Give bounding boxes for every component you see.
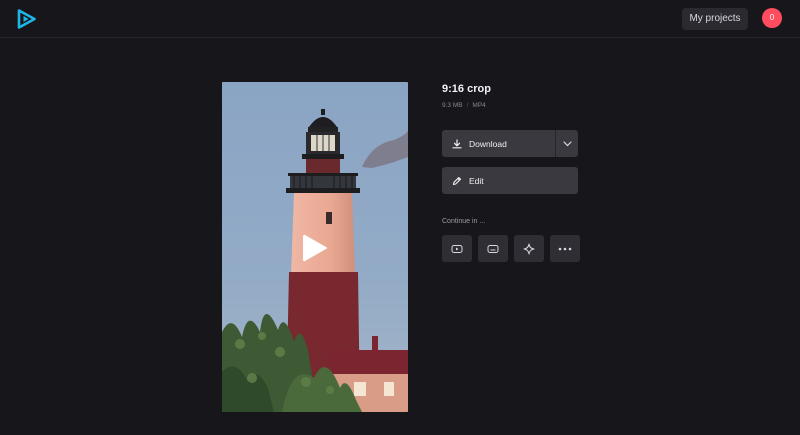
download-options-button[interactable] xyxy=(555,130,578,157)
edit-button[interactable]: Edit xyxy=(442,167,578,194)
continue-youtube-button[interactable] xyxy=(442,235,472,262)
video-player-icon xyxy=(451,244,463,253)
download-icon xyxy=(452,138,462,148)
export-panel: 9:16 crop 9.3 MB / MP4 Download Edit Conti… xyxy=(442,82,582,262)
edit-label: Edit xyxy=(469,175,484,186)
play-icon[interactable] xyxy=(302,233,328,263)
download-button-group: Download xyxy=(442,130,578,157)
continue-in-label: Continue in ... xyxy=(442,218,486,225)
continue-subtitles-button[interactable] xyxy=(478,235,508,262)
play-logo-icon[interactable] xyxy=(16,9,36,29)
file-meta: 9.3 MB / MP4 xyxy=(442,101,582,110)
my-projects-button[interactable]: My projects xyxy=(682,8,748,30)
download-label: Download xyxy=(469,138,507,149)
file-size: 9.3 MB xyxy=(442,102,463,109)
continue-effects-button[interactable] xyxy=(514,235,544,262)
file-format: MP4 xyxy=(472,102,486,109)
subtitles-icon xyxy=(487,244,499,253)
chevron-down-icon xyxy=(562,140,572,146)
continue-tools xyxy=(442,235,580,262)
pencil-icon xyxy=(452,176,462,185)
video-title: 9:16 crop xyxy=(442,83,491,95)
video-preview[interactable] xyxy=(222,82,408,412)
top-bar: My projects 0 xyxy=(0,0,800,38)
sparkle-icon xyxy=(523,243,535,254)
download-button[interactable]: Download xyxy=(442,130,555,157)
avatar[interactable]: 0 xyxy=(762,8,782,28)
more-options-button[interactable] xyxy=(550,235,580,262)
meta-separator: / xyxy=(466,102,469,109)
more-dots-icon xyxy=(558,247,572,250)
